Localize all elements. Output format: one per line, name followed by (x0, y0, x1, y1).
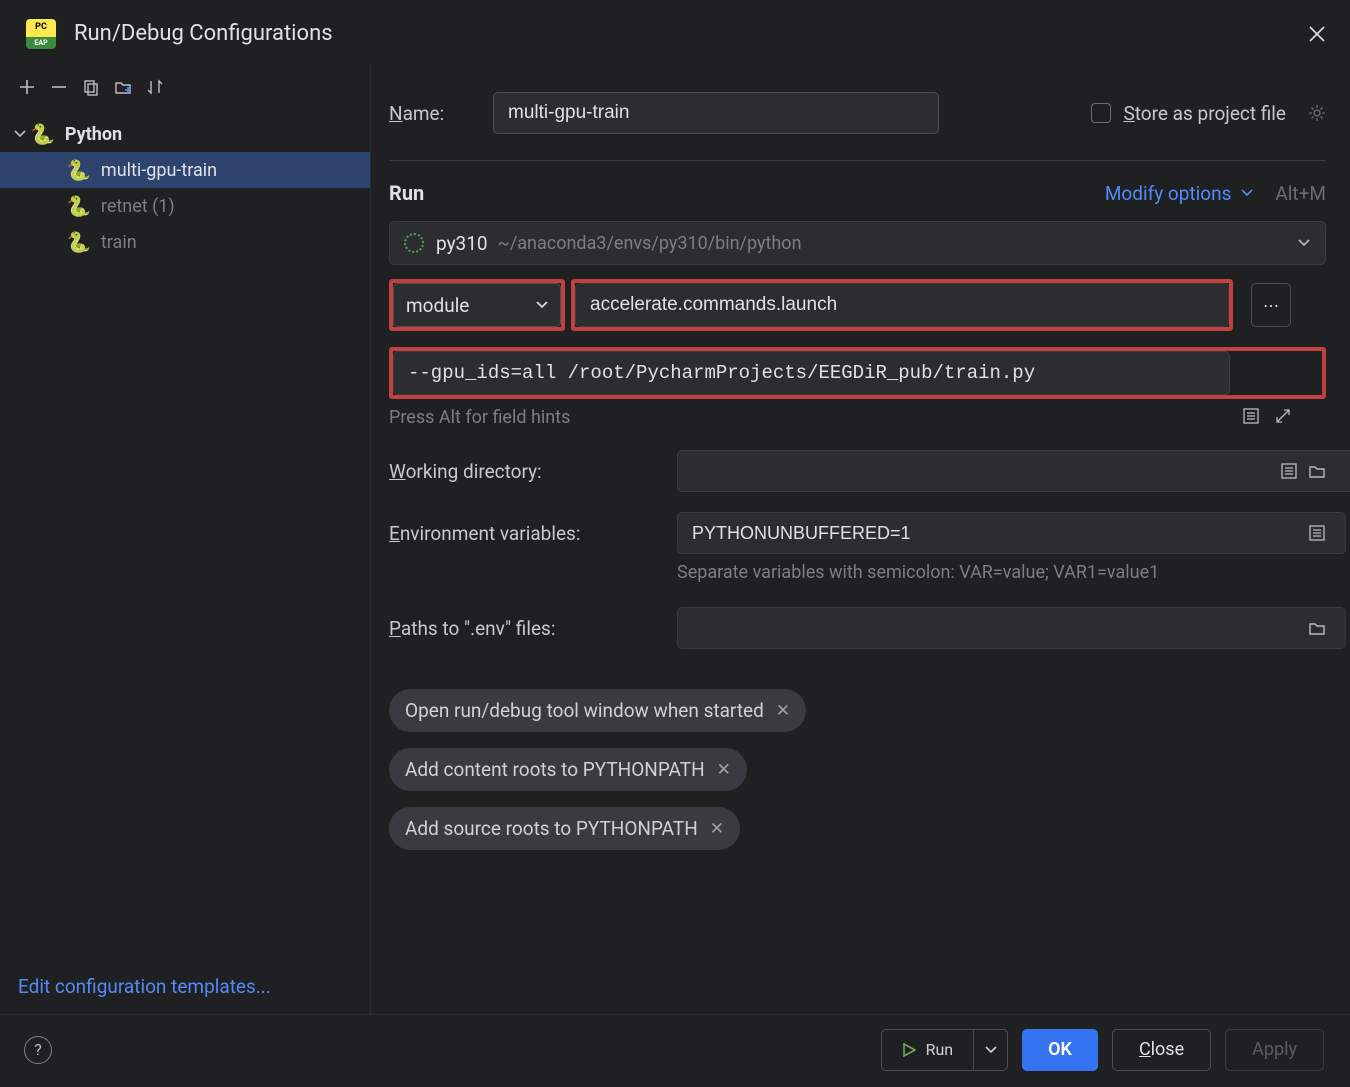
gear-icon[interactable] (1308, 104, 1326, 122)
copy-config-button[interactable] (76, 72, 106, 102)
env-input[interactable] (677, 512, 1346, 554)
python-icon: 🐍 (66, 158, 91, 182)
python-icon: 🐍 (66, 230, 91, 254)
footer: ? Run OK Close Apply (0, 1014, 1350, 1084)
app-icon (26, 19, 56, 49)
workdir-input[interactable] (677, 450, 1350, 492)
expand-icon[interactable] (1274, 407, 1292, 425)
run-button-label: Run (926, 1040, 954, 1059)
name-label: Name: (389, 102, 493, 125)
chip-label: Open run/debug tool window when started (405, 699, 764, 722)
divider (389, 160, 1326, 161)
module-select-label: module (406, 294, 469, 317)
interpreter-path: ~/anaconda3/envs/py310/bin/python (498, 233, 802, 254)
python-icon: 🐍 (30, 122, 55, 146)
main-panel: Name: Store as project file Run Modify o… (370, 64, 1350, 1014)
tree-parent-python[interactable]: 🐍 Python (0, 116, 370, 152)
apply-button: Apply (1225, 1029, 1324, 1071)
paths-input[interactable] (677, 607, 1346, 649)
titlebar: Run/Debug Configurations (0, 0, 1350, 64)
env-helper: Separate variables with semicolon: VAR=v… (677, 562, 1326, 583)
module-script-select-highlight: module (389, 279, 565, 331)
modify-options-link[interactable]: Modify options (1105, 182, 1232, 205)
close-icon[interactable]: ✕ (776, 701, 790, 721)
interpreter-name: py310 (436, 232, 488, 255)
chip-label: Add source roots to PYTHONPATH (405, 817, 698, 840)
close-icon[interactable]: ✕ (710, 819, 724, 839)
store-label: Store as project file (1123, 102, 1286, 125)
folder-icon[interactable] (1308, 462, 1326, 480)
env-label: Environment variables: (389, 522, 677, 545)
run-section-title: Run (389, 181, 424, 205)
module-script-select[interactable]: module (393, 283, 561, 327)
option-chip[interactable]: Open run/debug tool window when started … (389, 689, 806, 732)
config-tree: 🐍 Python 🐍 multi-gpu-train 🐍 retnet (1) … (0, 108, 370, 959)
name-input[interactable] (493, 92, 939, 134)
list-icon[interactable] (1280, 462, 1298, 480)
close-icon[interactable] (1304, 21, 1330, 47)
tree-item-retnet[interactable]: 🐍 retnet (1) (0, 188, 370, 224)
loading-icon (404, 233, 424, 253)
ok-button[interactable]: OK (1022, 1029, 1098, 1071)
play-icon (902, 1043, 916, 1057)
tree-item-train[interactable]: 🐍 train (0, 224, 370, 260)
add-config-button[interactable] (12, 72, 42, 102)
edit-templates-link[interactable]: Edit configuration templates... (18, 975, 271, 998)
chevron-down-icon (1297, 236, 1311, 250)
tree-item-label: retnet (1) (101, 196, 175, 217)
field-hint: Press Alt for field hints (389, 407, 1326, 428)
parameters-input[interactable] (393, 351, 1230, 395)
paths-label: Paths to ".env" files: (389, 617, 677, 640)
tree-parent-label: Python (65, 124, 122, 145)
python-icon: 🐍 (66, 194, 91, 218)
tree-item-label: multi-gpu-train (101, 160, 217, 181)
modify-shortcut: Alt+M (1275, 182, 1326, 205)
parameters-highlight (389, 347, 1326, 399)
tree-item-label: train (101, 232, 137, 253)
module-name-input[interactable] (575, 283, 1229, 327)
run-button[interactable]: Run (882, 1030, 974, 1070)
remove-config-button[interactable] (44, 72, 74, 102)
tree-item-multi-gpu-train[interactable]: 🐍 multi-gpu-train (0, 152, 370, 188)
close-button[interactable]: Close (1112, 1029, 1211, 1071)
chevron-down-icon (10, 128, 30, 140)
folder-icon[interactable] (1308, 619, 1326, 637)
list-icon[interactable] (1308, 524, 1326, 542)
run-button-group: Run (881, 1029, 1009, 1071)
interpreter-select[interactable]: py310 ~/anaconda3/envs/py310/bin/python (389, 221, 1326, 265)
help-button[interactable]: ? (24, 1036, 52, 1064)
chevron-down-icon (1241, 187, 1253, 199)
module-name-highlight (571, 279, 1233, 331)
option-chip[interactable]: Add source roots to PYTHONPATH ✕ (389, 807, 740, 850)
chip-label: Add content roots to PYTHONPATH (405, 758, 705, 781)
chevron-down-icon (536, 299, 548, 311)
config-toolbar (0, 66, 370, 108)
store-checkbox[interactable] (1091, 103, 1111, 123)
run-dropdown-button[interactable] (973, 1030, 1007, 1070)
sidebar: 🐍 Python 🐍 multi-gpu-train 🐍 retnet (1) … (0, 64, 370, 1014)
sort-config-button[interactable] (140, 72, 170, 102)
browse-module-button[interactable]: ⋯ (1251, 283, 1291, 327)
close-icon[interactable]: ✕ (717, 760, 731, 780)
folder-config-button[interactable] (108, 72, 138, 102)
window-title: Run/Debug Configurations (74, 21, 333, 46)
list-icon[interactable] (1242, 407, 1260, 425)
workdir-label: Working directory: (389, 460, 677, 483)
option-chip[interactable]: Add content roots to PYTHONPATH ✕ (389, 748, 747, 791)
